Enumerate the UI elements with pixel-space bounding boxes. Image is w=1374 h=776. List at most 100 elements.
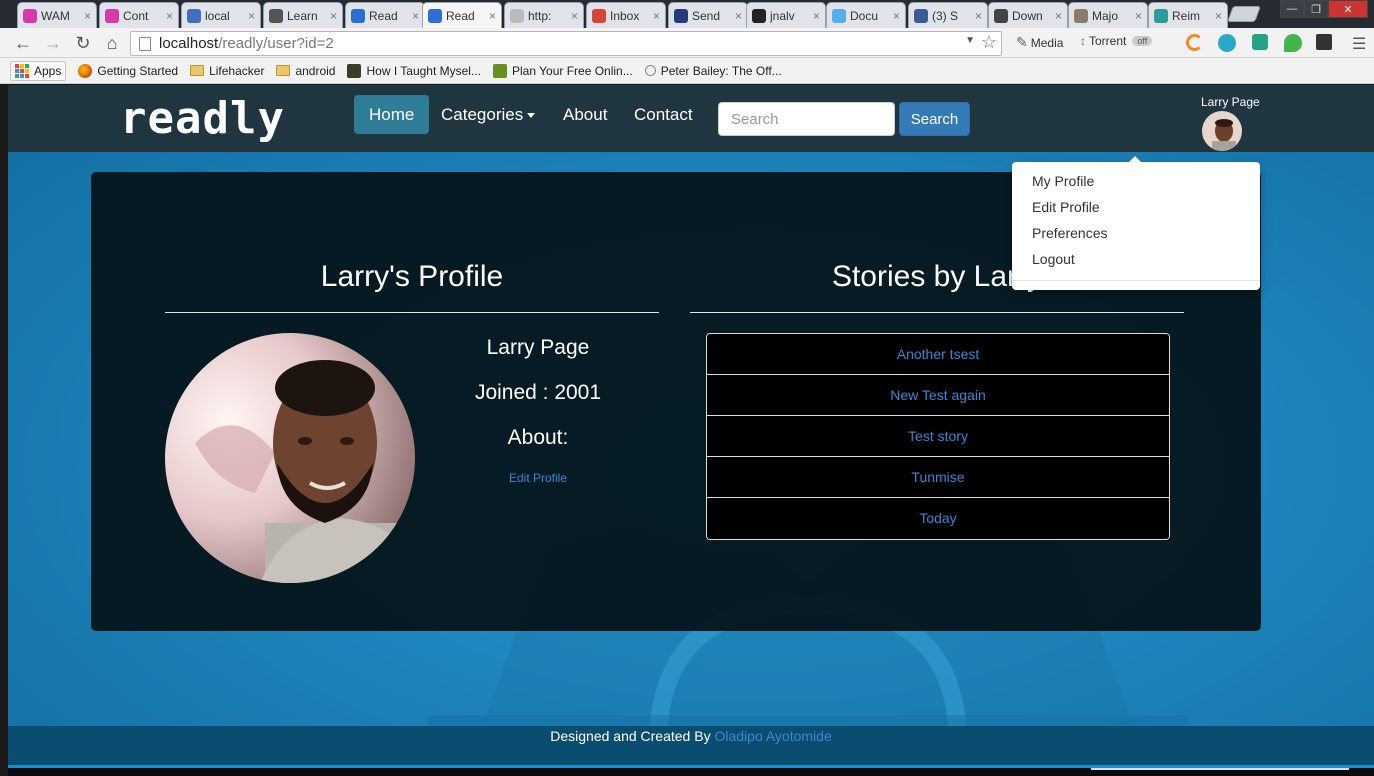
browser-tab[interactable]: Read × [422,2,502,28]
menu-item-preferences[interactable]: Preferences [1012,220,1260,246]
torrent-extension-label: Torrent [1089,34,1127,48]
tab-favicon-icon [994,8,1008,23]
tab-label: Inbox [610,8,640,23]
window-close-button[interactable]: ✕ [1328,0,1368,18]
bookmark-android[interactable]: android [276,64,335,78]
bookmark-getting-started[interactable]: Getting Started [78,63,178,78]
tab-close-icon[interactable]: × [84,9,91,23]
tab-close-icon[interactable]: × [653,9,660,23]
browser-tab[interactable]: Majo × [1068,2,1148,28]
caret-down-icon [527,113,536,119]
browser-tab[interactable]: (3) S × [908,2,988,28]
avatar[interactable] [1202,111,1242,151]
story-item[interactable]: Test story [707,416,1169,457]
footer-author-link[interactable]: Oladipo Ayotomide [714,728,831,744]
bookmark-star-icon[interactable]: ☆ [981,32,997,53]
headphones-icon[interactable] [1218,34,1236,52]
menu-item-logout[interactable]: Logout [1012,246,1260,272]
story-item[interactable]: Another tsest [707,334,1169,375]
bookmark-generic-icon [644,65,656,76]
avatar-image [1202,111,1242,151]
tab-close-icon[interactable]: × [813,9,820,23]
nav-contact[interactable]: Contact [619,95,708,134]
browser-tab[interactable]: local × [181,2,261,28]
url-host: localhost [159,35,219,52]
story-item[interactable]: New Test again [707,375,1169,416]
bookmark-peter-bailey[interactable]: Peter Bailey: The Off... [644,64,782,78]
menu-item-my-profile[interactable]: My Profile [1012,168,1260,194]
omnibox-dropdown-icon[interactable]: ▼ [965,35,975,46]
bookmark-how-i-taught[interactable]: How I Taught Mysel... [347,63,481,78]
browser-tab[interactable]: Cont × [99,2,179,28]
torrent-icon: ↕ [1080,34,1086,48]
tab-close-icon[interactable]: × [571,9,578,23]
story-item[interactable]: Today [707,498,1169,539]
nav-home[interactable]: Home [354,95,430,134]
tab-close-icon[interactable]: × [735,9,742,23]
search-button[interactable]: Search [899,102,970,136]
window-controls: — ❐ ✕ [1280,0,1368,18]
browser-tab[interactable]: Reim × [1148,2,1228,28]
profile-divider [165,312,659,313]
browser-tab[interactable]: Docu × [826,2,906,28]
tab-close-icon[interactable]: × [893,9,900,23]
tab-label: Cont [123,8,149,23]
browser-tab[interactable]: Down × [988,2,1068,28]
edit-profile-link[interactable]: Edit Profile [427,471,649,485]
evernote-leaf-icon[interactable] [1284,34,1302,52]
tab-close-icon[interactable]: × [975,9,982,23]
bookmark-apps[interactable]: Apps [10,60,67,81]
search-input[interactable] [718,102,895,136]
browser-tab[interactable]: Send × [668,2,748,28]
story-item[interactable]: Tunmise [707,457,1169,498]
tab-label: jnalv [770,8,795,23]
new-tab-button[interactable] [1227,6,1261,22]
tab-close-icon[interactable]: × [489,9,496,23]
nav-about[interactable]: About [548,95,622,134]
tab-close-icon[interactable]: × [412,9,419,23]
bookmark-plan-your-free[interactable]: Plan Your Free Onlin... [492,63,633,78]
browser-tab[interactable]: Learn × [263,2,343,28]
torrent-toggle[interactable]: off [1132,36,1153,46]
forward-icon[interactable]: → [42,32,64,54]
back-icon[interactable]: ← [12,32,34,54]
tab-close-icon[interactable]: × [166,9,173,23]
profile-joined: Joined : 2001 [474,381,602,404]
tab-close-icon[interactable]: × [1215,9,1222,23]
address-bar[interactable]: localhost/readly/user?id=2 ▼ ☆ [130,31,1002,56]
bookmark-label: android [295,63,336,78]
reload-icon[interactable]: ↻ [72,32,94,54]
tab-close-icon[interactable]: × [1055,9,1062,23]
tab-label: Send [692,8,721,23]
tab-close-icon[interactable]: × [1135,9,1142,23]
extension-teal-icon[interactable] [1252,34,1268,50]
home-icon[interactable]: ⌂ [101,32,123,54]
browser-tab[interactable]: http: × [504,2,584,28]
browser-menu-icon[interactable]: ☰ [1352,34,1366,54]
extension-dark-icon[interactable] [1316,34,1332,50]
tab-favicon-icon [674,8,688,23]
bookmark-lifehacker[interactable]: Lifehacker [190,64,264,78]
browser-tab[interactable]: jnalv × [746,2,826,28]
user-name[interactable]: Larry Page [1201,95,1260,109]
minimize-button[interactable]: — [1280,0,1304,18]
menu-item-edit-profile[interactable]: Edit Profile [1012,194,1260,220]
menu-divider [1012,280,1260,281]
bookmark-label: Plan Your Free Onlin... [511,63,633,78]
extension-orange-icon[interactable] [1186,34,1203,51]
tab-label: Learn [287,8,318,23]
footer-text: Designed and Created By [550,728,711,744]
nav-categories[interactable]: Categories [426,95,550,134]
tab-close-icon[interactable]: × [330,9,337,23]
browser-tab[interactable]: Read × [345,2,425,28]
site-logo[interactable]: readly [120,93,285,144]
restore-button[interactable]: ❐ [1304,0,1328,18]
folder-icon [276,65,291,76]
browser-tab[interactable]: WAM × [17,2,97,28]
browser-tab[interactable]: Inbox × [586,2,666,28]
torrent-extension[interactable]: ↕ Torrent off [1080,34,1153,48]
tab-close-icon[interactable]: × [248,9,255,23]
folder-icon [190,65,205,76]
media-extension[interactable]: ✎ Media [1016,34,1063,51]
tab-favicon-icon [23,8,37,23]
